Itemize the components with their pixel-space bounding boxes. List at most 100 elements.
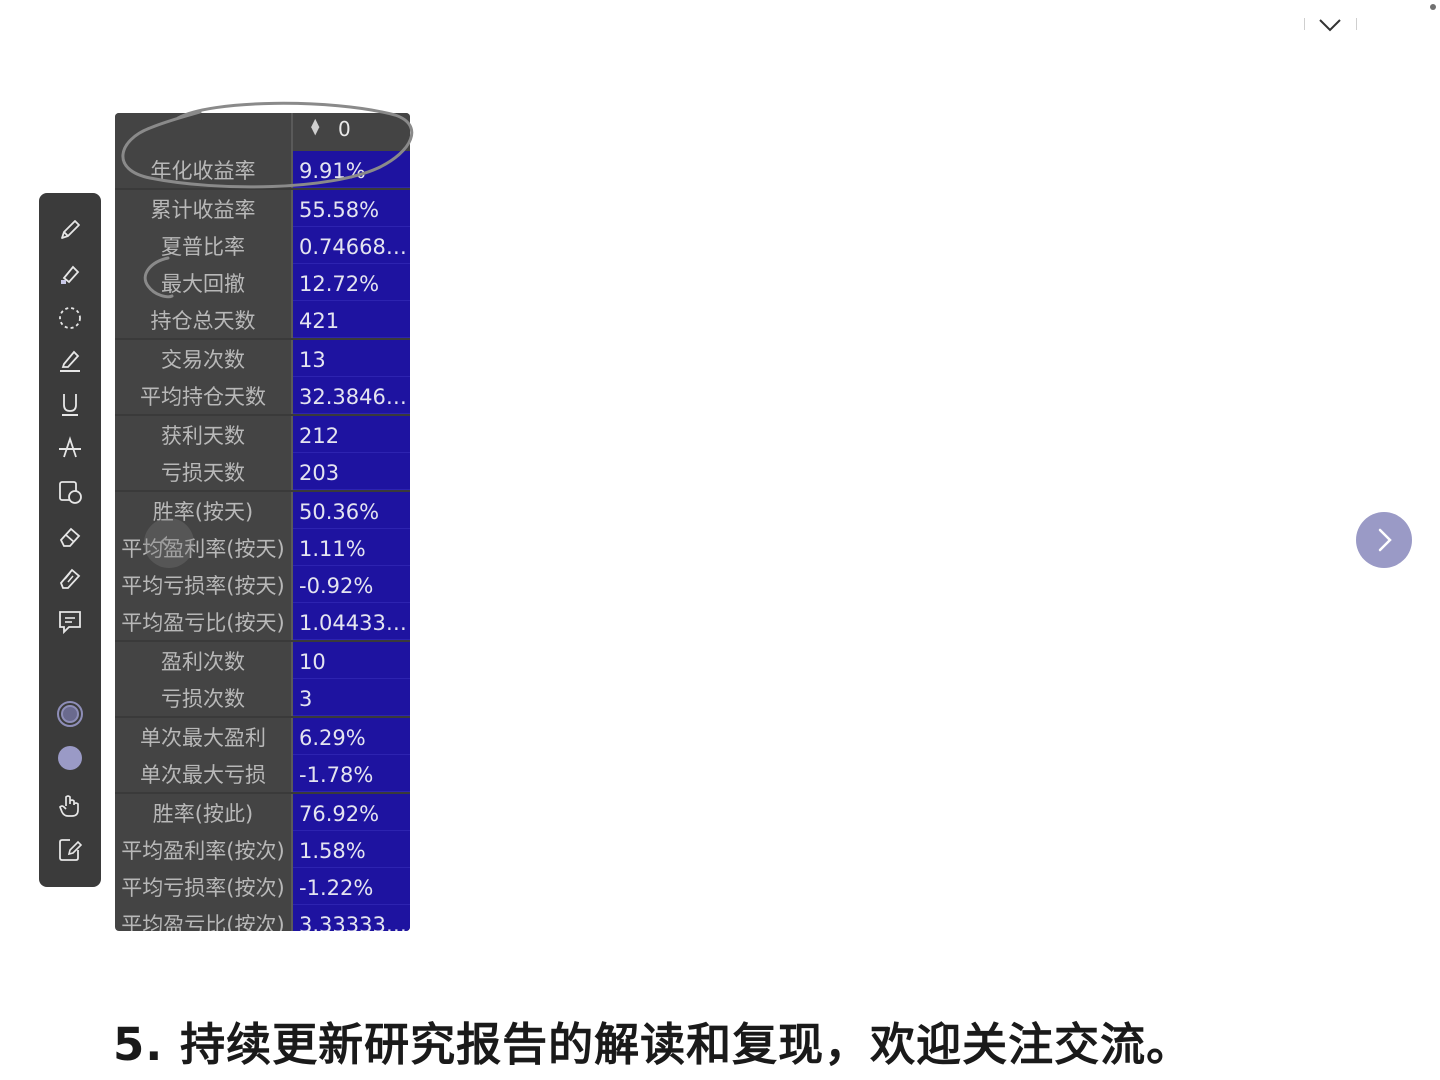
pencil-icon bbox=[61, 220, 80, 239]
lasso-tool[interactable] bbox=[55, 303, 85, 333]
shape-icon bbox=[59, 481, 82, 504]
chevron-right-icon bbox=[1378, 528, 1392, 552]
status-dot bbox=[1430, 4, 1436, 10]
row-label: 平均亏损率(按天) bbox=[121, 574, 285, 598]
row-value[interactable]: 212 bbox=[293, 416, 410, 453]
row-value[interactable]: 32.38461... bbox=[293, 377, 410, 414]
table-row: 平均盈亏比(按天) 1.044334... bbox=[115, 603, 410, 640]
column-header-label: 0 bbox=[338, 117, 351, 141]
color-ring-icon bbox=[57, 701, 83, 727]
row-label: 夏普比率 bbox=[161, 235, 245, 259]
row-label: 胜率(按天) bbox=[152, 500, 254, 524]
table-row: 平均亏损率(按次) -1.22% bbox=[115, 868, 410, 905]
row-label: 平均持仓天数 bbox=[140, 385, 266, 409]
table-header: ▲ ▼ 0 bbox=[115, 113, 410, 151]
marker-tool[interactable] bbox=[55, 345, 85, 375]
chevron-down-icon bbox=[1319, 19, 1341, 32]
row-label: 单次最大亏损 bbox=[140, 763, 266, 787]
row-value[interactable]: 203 bbox=[293, 453, 410, 490]
row-label: 平均盈利率(按天) bbox=[121, 537, 285, 561]
marker-icon bbox=[60, 350, 80, 372]
row-value[interactable]: 0.746680... bbox=[293, 227, 410, 264]
table-row: 最大回撤 12.72% bbox=[115, 264, 410, 301]
row-label: 交易次数 bbox=[161, 348, 245, 372]
row-label: 获利天数 bbox=[161, 424, 245, 448]
row-value[interactable]: -0.92% bbox=[293, 566, 410, 603]
table-row: 累计收益率 55.58% bbox=[115, 188, 410, 227]
table-row: 平均持仓天数 32.38461... bbox=[115, 377, 410, 414]
edit-note-tool[interactable] bbox=[55, 835, 85, 865]
row-label: 亏损天数 bbox=[161, 461, 245, 485]
table-row: 盈利次数 10 bbox=[115, 640, 410, 679]
row-label: 平均盈亏比(按次) bbox=[121, 913, 285, 931]
divider bbox=[1356, 18, 1357, 30]
row-value[interactable]: 13 bbox=[293, 340, 410, 377]
annotation-toolbar bbox=[39, 193, 101, 887]
row-value[interactable]: 76.92% bbox=[293, 794, 410, 831]
underline-tool[interactable] bbox=[55, 389, 85, 419]
highlighter-icon bbox=[61, 265, 80, 284]
comment-tool[interactable] bbox=[55, 607, 85, 637]
table-row: 亏损天数 203 bbox=[115, 453, 410, 490]
clear-tool[interactable] bbox=[55, 563, 85, 593]
row-label: 单次最大盈利 bbox=[140, 726, 266, 750]
table-row: 平均盈利率(按次) 1.58% bbox=[115, 831, 410, 868]
row-value[interactable]: 55.58% bbox=[293, 190, 410, 227]
row-value[interactable]: -1.22% bbox=[293, 868, 410, 905]
table-row: 单次最大亏损 -1.78% bbox=[115, 755, 410, 792]
next-slide-button[interactable] bbox=[1356, 512, 1412, 568]
eraser-icon bbox=[59, 527, 81, 547]
row-value[interactable]: 421 bbox=[293, 301, 410, 338]
color-dot-icon bbox=[58, 746, 82, 770]
pointer-tool[interactable] bbox=[55, 791, 85, 821]
edit-note-icon bbox=[59, 839, 83, 861]
underline-icon bbox=[62, 394, 78, 416]
pointer-hand-icon bbox=[59, 795, 79, 817]
row-value[interactable]: 9.91% bbox=[293, 151, 410, 188]
eraser-tool[interactable] bbox=[55, 521, 85, 551]
row-label: 平均盈亏比(按天) bbox=[121, 611, 285, 635]
strikethrough-tool[interactable] bbox=[55, 433, 85, 463]
row-label: 最大回撤 bbox=[161, 272, 245, 296]
slide-caption: 5. 持续更新研究报告的解读和复现，欢迎关注交流。 bbox=[113, 1018, 1193, 1071]
lasso-icon bbox=[59, 307, 81, 329]
row-label: 累计收益率 bbox=[150, 198, 256, 222]
row-value[interactable]: 3.333333... bbox=[293, 905, 410, 931]
row-value[interactable]: 12.72% bbox=[293, 264, 410, 301]
previous-button[interactable]: ‹ bbox=[144, 518, 194, 568]
row-value[interactable]: -1.78% bbox=[293, 755, 410, 792]
table-row: 亏损次数 3 bbox=[115, 679, 410, 716]
color-swatch-button[interactable] bbox=[55, 743, 85, 773]
pencil-tool[interactable] bbox=[55, 215, 85, 245]
column-header[interactable]: ▲ ▼ 0 bbox=[293, 113, 410, 151]
row-label: 平均亏损率(按次) bbox=[121, 876, 285, 900]
table-row: 胜率(按此) 76.92% bbox=[115, 792, 410, 831]
table-row: 年化收益率 9.91% bbox=[115, 151, 410, 188]
strikethrough-icon bbox=[59, 436, 81, 458]
chevron-left-icon: ‹ bbox=[159, 526, 170, 556]
highlighter-tool[interactable] bbox=[55, 259, 85, 289]
row-value[interactable]: 10 bbox=[293, 642, 410, 679]
color-ring-button[interactable] bbox=[55, 699, 85, 729]
clear-icon bbox=[59, 568, 81, 589]
row-value[interactable]: 3 bbox=[293, 679, 410, 716]
row-label: 亏损次数 bbox=[161, 687, 245, 711]
row-value[interactable]: 1.11% bbox=[293, 529, 410, 566]
row-label: 盈利次数 bbox=[161, 650, 245, 674]
table-row: 平均盈亏比(按次) 3.333333... bbox=[115, 905, 410, 931]
divider bbox=[1304, 18, 1305, 30]
table-row: 获利天数 212 bbox=[115, 414, 410, 453]
row-value[interactable]: 1.58% bbox=[293, 831, 410, 868]
table-row: 交易次数 13 bbox=[115, 338, 410, 377]
table-row: 单次最大盈利 6.29% bbox=[115, 716, 410, 755]
table-row: 夏普比率 0.746680... bbox=[115, 227, 410, 264]
collapse-button[interactable] bbox=[1314, 12, 1346, 38]
row-value[interactable]: 50.36% bbox=[293, 492, 410, 529]
row-value[interactable]: 1.044334... bbox=[293, 603, 410, 640]
row-label: 平均盈利率(按次) bbox=[121, 839, 285, 863]
row-label: 年化收益率 bbox=[150, 159, 256, 183]
shape-tool[interactable] bbox=[55, 477, 85, 507]
sort-icon[interactable]: ▲ ▼ bbox=[311, 117, 319, 136]
row-value[interactable]: 6.29% bbox=[293, 718, 410, 755]
comment-icon bbox=[59, 611, 81, 635]
